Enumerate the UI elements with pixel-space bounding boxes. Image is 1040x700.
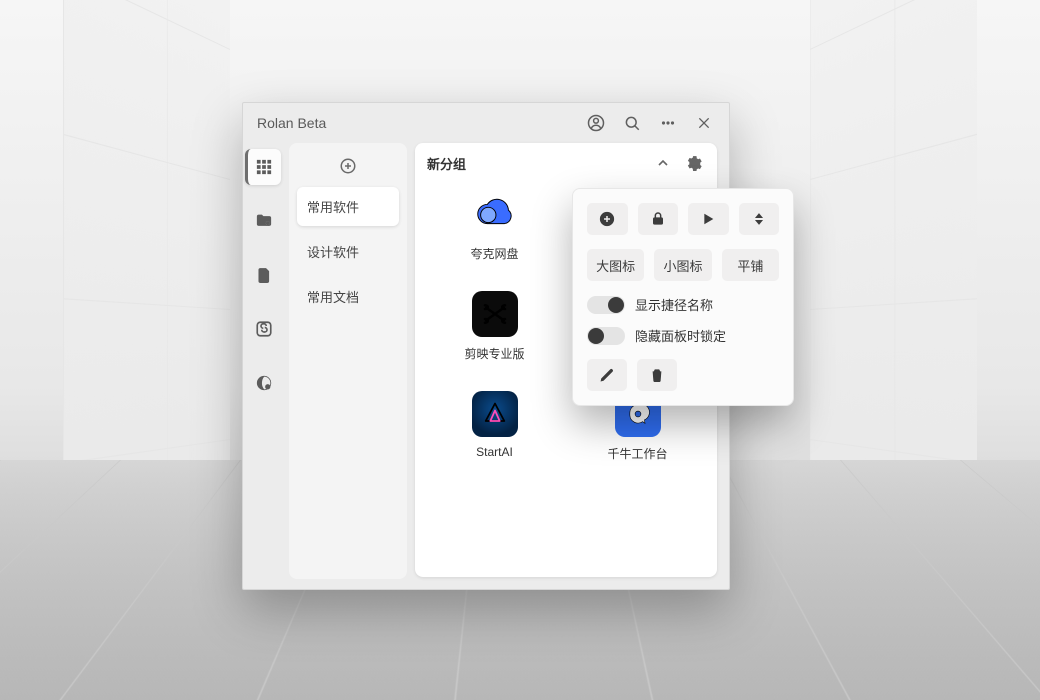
user-icon[interactable]	[581, 108, 611, 138]
edit-button[interactable]	[587, 359, 627, 391]
jianying-icon	[472, 291, 518, 337]
lock-button[interactable]	[638, 203, 679, 235]
panel-header: 新分组	[415, 145, 717, 181]
globe-icon[interactable]	[246, 365, 282, 401]
shortcut-label: 夸克网盘	[470, 245, 518, 262]
app-title: Rolan Beta	[257, 115, 575, 131]
link-icon[interactable]	[246, 311, 282, 347]
switch-icon[interactable]	[587, 296, 625, 314]
shortcut-tile[interactable]: 夸克网盘	[423, 185, 566, 285]
gear-icon[interactable]	[681, 151, 705, 175]
edit-row	[587, 359, 779, 391]
toggle-label: 隐藏面板时锁定	[635, 326, 726, 345]
close-icon[interactable]	[689, 108, 719, 138]
delete-button[interactable]	[637, 359, 677, 391]
group-item[interactable]: 设计软件	[297, 232, 399, 271]
panel-title: 新分组	[427, 154, 466, 173]
chevron-up-icon[interactable]	[651, 151, 675, 175]
view-large-button[interactable]: 大图标	[587, 249, 644, 281]
add-shortcut-button[interactable]	[587, 203, 628, 235]
panel-settings-popover: 大图标 小图标 平铺 显示捷径名称 隐藏面板时锁定	[572, 188, 794, 406]
search-icon[interactable]	[617, 108, 647, 138]
folder-tag-icon[interactable]	[246, 203, 282, 239]
shortcut-tile[interactable]: StartAI	[423, 385, 566, 485]
shortcut-label: 千牛工作台	[607, 445, 667, 462]
document-icon[interactable]	[246, 257, 282, 293]
group-item[interactable]: 常用软件	[297, 187, 399, 226]
grid-icon[interactable]	[245, 149, 281, 185]
view-small-button[interactable]: 小图标	[654, 249, 711, 281]
left-rail	[243, 143, 285, 589]
switch-icon[interactable]	[587, 327, 625, 345]
quark-cloud-icon	[472, 191, 518, 237]
titlebar: Rolan Beta	[243, 103, 729, 143]
toggle-show-names[interactable]: 显示捷径名称	[587, 295, 779, 314]
action-row	[587, 203, 779, 235]
group-item[interactable]: 常用文档	[297, 277, 399, 316]
toggle-lock-on-hide[interactable]: 隐藏面板时锁定	[587, 326, 779, 345]
toggle-label: 显示捷径名称	[635, 295, 713, 314]
shortcut-label: StartAI	[476, 445, 513, 459]
group-list: 常用软件 设计软件 常用文档	[289, 143, 407, 579]
startai-icon	[472, 391, 518, 437]
shortcut-label: 剪映专业版	[464, 345, 524, 362]
view-tile-button[interactable]: 平铺	[722, 249, 779, 281]
view-mode-row: 大图标 小图标 平铺	[587, 249, 779, 281]
sort-button[interactable]	[739, 203, 780, 235]
more-icon[interactable]	[653, 108, 683, 138]
add-group-button[interactable]	[289, 149, 407, 183]
play-button[interactable]	[688, 203, 729, 235]
shortcut-tile[interactable]: 剪映专业版	[423, 285, 566, 385]
